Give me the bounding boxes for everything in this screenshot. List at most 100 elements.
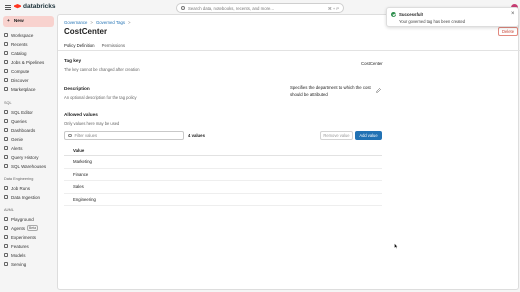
- filter-placeholder: Filter values: [74, 133, 98, 138]
- experiments-icon: [4, 235, 8, 239]
- sidebar-item-label: Genie: [11, 136, 24, 142]
- tag-key-hint: The key cannot be changed after creation: [64, 67, 140, 72]
- toast-title: Successful!: [399, 12, 424, 17]
- add-value-button[interactable]: Add value: [355, 131, 382, 140]
- breadcrumb: Governance > Governed Tags >: [64, 20, 134, 25]
- warehouse-icon: [4, 164, 8, 168]
- menu-icon[interactable]: [5, 5, 11, 10]
- mouse-cursor-icon: [394, 243, 398, 249]
- values-table: Value Marketing Finance Sales Engineerin…: [64, 145, 382, 206]
- sidebar-item-discover[interactable]: Discover: [4, 76, 29, 84]
- remove-value-button[interactable]: Remove value: [320, 131, 353, 140]
- models-icon: [4, 253, 8, 257]
- breadcrumb-governance[interactable]: Governance: [64, 20, 87, 25]
- sidebar-item-sql-editor[interactable]: SQL Editor: [4, 108, 33, 116]
- playground-icon: [4, 217, 8, 221]
- breadcrumb-governed-tags[interactable]: Governed Tags: [96, 20, 125, 25]
- sidebar-item-marketplace[interactable]: Marketplace: [4, 85, 36, 93]
- sidebar-item-catalog[interactable]: Catalog: [4, 49, 27, 57]
- main-panel: Governance > Governed Tags > CostCenter Del…: [57, 14, 520, 290]
- tabs-divider: [58, 50, 520, 51]
- workspace-icon: [4, 33, 8, 37]
- sidebar-item-alerts[interactable]: Alerts: [4, 144, 23, 152]
- delete-button[interactable]: Delete: [498, 27, 518, 36]
- databricks-logo-icon: [14, 3, 21, 10]
- clock-icon: [4, 42, 8, 46]
- sidebar-item-label: Data Ingestion: [11, 194, 41, 200]
- dashboards-icon: [4, 128, 8, 132]
- allowed-values-hint: Only values here may be used: [64, 121, 120, 126]
- sidebar-item-label: Experiments: [11, 234, 37, 240]
- compute-icon: [4, 69, 8, 73]
- job-runs-icon: [4, 186, 8, 190]
- sidebar-item-data-ingestion[interactable]: Data Ingestion: [4, 193, 40, 201]
- sidebar-item-models[interactable]: Models: [4, 251, 26, 259]
- new-button-label: New: [13, 19, 24, 24]
- sidebar-item-jobs-pipelines[interactable]: Jobs & Pipelines: [4, 58, 44, 66]
- sidebar-item-label: Catalog: [11, 50, 27, 56]
- description-value-line1: Specifies the department to which the co…: [290, 85, 371, 90]
- values-count: 4 values: [188, 133, 205, 138]
- sidebar: + New Workspace Recents Catalog Jobs & P…: [0, 14, 56, 292]
- page-title: CostCenter: [64, 27, 108, 36]
- table-row[interactable]: Marketing: [64, 156, 382, 169]
- sidebar-item-compute[interactable]: Compute: [4, 67, 29, 75]
- description-hint: An optional description for the tag poli…: [64, 95, 137, 100]
- sidebar-item-sql-warehouses[interactable]: SQL Warehouses: [4, 162, 46, 170]
- sidebar-item-label: Marketplace: [11, 86, 36, 92]
- table-row[interactable]: Sales: [64, 181, 382, 194]
- serving-icon: [4, 262, 8, 266]
- success-check-icon: [391, 12, 396, 17]
- search-icon: [181, 6, 185, 10]
- search-shortcut: ⌘ + P: [327, 5, 339, 11]
- new-button[interactable]: + New: [3, 16, 54, 27]
- search-icon: [68, 133, 72, 138]
- breadcrumb-separator: >: [90, 20, 93, 25]
- sidebar-item-playground[interactable]: Playground: [4, 215, 34, 223]
- ingestion-icon: [4, 195, 8, 199]
- beta-badge: Beta: [27, 225, 38, 231]
- agents-icon: [4, 226, 8, 230]
- databricks-logo[interactable]: databricks: [14, 3, 56, 10]
- sidebar-item-label: Discover: [11, 77, 29, 83]
- sidebar-item-label: SQL Warehouses: [11, 163, 47, 169]
- sidebar-item-queries[interactable]: Queries: [4, 117, 27, 125]
- sidebar-item-experiments[interactable]: Experiments: [4, 233, 36, 241]
- sidebar-item-agents[interactable]: Agents Beta: [4, 224, 38, 232]
- sidebar-item-label: SQL Editor: [11, 109, 33, 115]
- sidebar-item-label: Models: [11, 252, 26, 258]
- sql-editor-icon: [4, 110, 8, 114]
- sidebar-item-label: Job Runs: [11, 185, 31, 191]
- search-input[interactable]: Search data, notebooks, recents, and mor…: [176, 3, 344, 13]
- sidebar-item-label: Dashboards: [11, 127, 36, 133]
- sidebar-item-workspace[interactable]: Workspace: [4, 31, 33, 39]
- sidebar-item-label: Features: [11, 243, 29, 249]
- toast-message: Your governed tag has been created: [399, 19, 466, 24]
- sidebar-section-ai-ml: AI/ML: [4, 208, 14, 212]
- sidebar-item-job-runs[interactable]: Job Runs: [4, 184, 30, 192]
- sidebar-item-serving[interactable]: Serving: [4, 260, 26, 268]
- table-row[interactable]: Engineering: [64, 194, 382, 206]
- sidebar-item-label: Compute: [11, 68, 30, 74]
- description-label: Description: [64, 86, 90, 91]
- pencil-icon[interactable]: [376, 88, 381, 93]
- sidebar-item-genie[interactable]: Genie: [4, 135, 23, 143]
- table-row[interactable]: Finance: [64, 169, 382, 181]
- sidebar-item-label: Jobs & Pipelines: [11, 59, 45, 65]
- bell-icon: [4, 146, 8, 150]
- sidebar-item-dashboards[interactable]: Dashboards: [4, 126, 35, 134]
- sidebar-item-label: Recents: [11, 41, 28, 47]
- filter-values-input[interactable]: Filter values: [64, 131, 184, 140]
- sidebar-item-label: Alerts: [11, 145, 23, 151]
- close-icon[interactable]: ×: [511, 11, 515, 17]
- genie-icon: [4, 137, 8, 141]
- description-value-line2: should be attributed: [290, 92, 328, 97]
- allowed-values-label: Allowed values: [64, 112, 98, 117]
- sidebar-item-query-history[interactable]: Query History: [4, 153, 39, 161]
- jobs-icon: [4, 60, 8, 64]
- sidebar-item-recents[interactable]: Recents: [4, 40, 28, 48]
- search-placeholder: Search data, notebooks, recents, and mor…: [188, 5, 274, 11]
- success-toast: Successful! Your governed tag has been c…: [386, 7, 519, 27]
- sidebar-item-features[interactable]: Features: [4, 242, 29, 250]
- value-column-header: Value: [64, 145, 382, 156]
